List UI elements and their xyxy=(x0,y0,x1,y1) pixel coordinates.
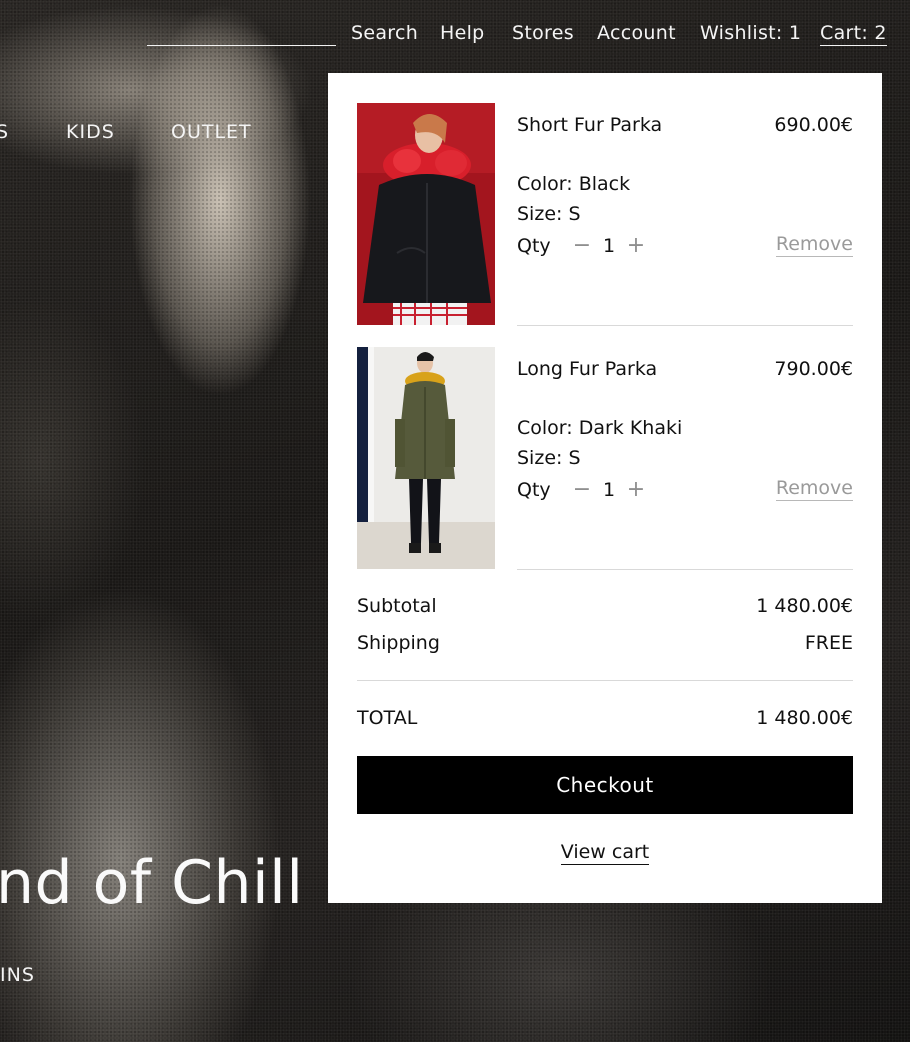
total-label: TOTAL xyxy=(357,707,418,729)
shipping-row: Shipping FREE xyxy=(357,632,853,654)
qty-label: Qty xyxy=(517,234,551,257)
item-price: 790.00€ xyxy=(774,358,853,380)
total-row: TOTAL 1 480.00€ xyxy=(357,707,853,729)
checkout-button[interactable]: Checkout xyxy=(357,756,853,814)
item-divider xyxy=(517,569,853,570)
remove-item-button[interactable]: Remove xyxy=(775,477,853,501)
product-image-short-fur-parka[interactable] xyxy=(357,103,495,325)
quantity-stepper: Qty − 1 + xyxy=(517,233,649,258)
qty-label: Qty xyxy=(517,478,551,501)
category-link-kids[interactable]: KIDS xyxy=(66,121,115,143)
plus-icon[interactable]: + xyxy=(623,477,649,502)
cart-dropdown: Short Fur Parka 690.00€ Color: Black Siz… xyxy=(328,73,882,903)
view-cart-container: View cart xyxy=(328,841,882,865)
subtotal-row: Subtotal 1 480.00€ xyxy=(357,595,853,617)
subtotal-value: 1 480.00€ xyxy=(756,595,853,617)
item-color: Color: Black xyxy=(517,173,631,195)
product-image-long-fur-parka[interactable] xyxy=(357,347,495,569)
quantity-stepper: Qty − 1 + xyxy=(517,477,649,502)
hero-subtitle[interactable]: INS xyxy=(0,964,35,986)
item-name[interactable]: Long Fur Parka xyxy=(517,358,657,380)
hero-title: nd of Chill xyxy=(0,848,304,918)
item-size: Size: S xyxy=(517,203,581,225)
wishlist-link[interactable]: Wishlist: 1 xyxy=(700,22,801,44)
help-link[interactable]: Help xyxy=(440,22,485,44)
item-name[interactable]: Short Fur Parka xyxy=(517,114,662,136)
total-value: 1 480.00€ xyxy=(756,707,853,729)
remove-item-button[interactable]: Remove xyxy=(775,233,853,257)
subtotal-label: Subtotal xyxy=(357,595,437,617)
item-price: 690.00€ xyxy=(774,114,853,136)
category-link-outlet[interactable]: OUTLET xyxy=(171,121,252,143)
view-cart-link[interactable]: View cart xyxy=(560,841,650,865)
item-size: Size: S xyxy=(517,447,581,469)
minus-icon[interactable]: − xyxy=(569,477,595,502)
stores-link[interactable]: Stores xyxy=(512,22,574,44)
cart-item: Short Fur Parka 690.00€ Color: Black Siz… xyxy=(357,103,853,326)
qty-value: 1 xyxy=(602,234,616,257)
cart-link[interactable]: Cart: 2 xyxy=(820,22,887,46)
cart-item: Long Fur Parka 790.00€ Color: Dark Khaki… xyxy=(357,347,853,570)
top-navigation: Search Help Stores Account Wishlist: 1 C… xyxy=(0,22,910,52)
search-link[interactable]: Search xyxy=(351,22,418,44)
item-color: Color: Dark Khaki xyxy=(517,417,683,439)
minus-icon[interactable]: − xyxy=(569,233,595,258)
shipping-label: Shipping xyxy=(357,632,440,654)
item-divider xyxy=(517,325,853,326)
account-link[interactable]: Account xyxy=(597,22,676,44)
qty-value: 1 xyxy=(602,478,616,501)
plus-icon[interactable]: + xyxy=(623,233,649,258)
summary-divider xyxy=(357,680,853,681)
shipping-value: FREE xyxy=(804,632,853,654)
category-link-partial[interactable]: S xyxy=(0,121,9,143)
